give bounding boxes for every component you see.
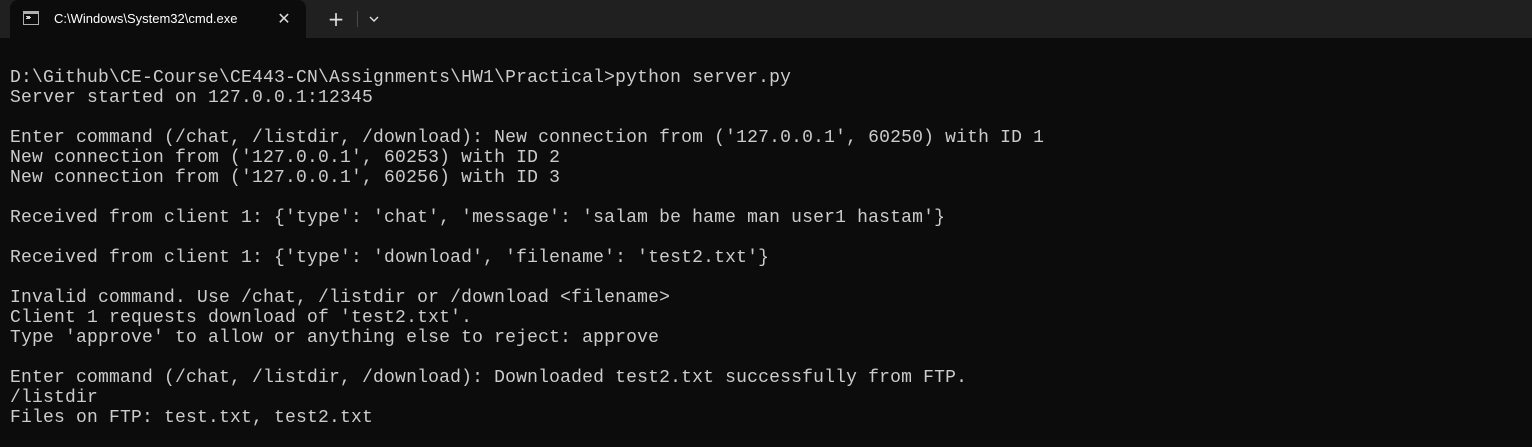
terminal-line: /listdir xyxy=(10,388,99,408)
terminal-line: D:\Github\CE-Course\CE443-CN\Assignments… xyxy=(10,68,792,88)
close-icon[interactable]: ✕ xyxy=(274,9,294,29)
chevron-down-icon[interactable] xyxy=(362,9,386,29)
terminal-line: Received from client 1: {'type': 'downlo… xyxy=(10,248,770,268)
terminal-line: New connection from ('127.0.0.1', 60256)… xyxy=(10,168,561,188)
terminal-line: Invalid command. Use /chat, /listdir or … xyxy=(10,288,671,308)
terminal-line: Files on FTP: test.txt, test2.txt xyxy=(10,408,374,428)
title-bar: C:\Windows\System32\cmd.exe ✕ + xyxy=(0,0,1532,38)
tab-title: C:\Windows\System32\cmd.exe xyxy=(54,11,238,26)
new-tab-button[interactable]: + xyxy=(322,7,350,31)
terminal-line: Enter command (/chat, /listdir, /downloa… xyxy=(10,128,1045,148)
terminal-output[interactable]: D:\Github\CE-Course\CE443-CN\Assignments… xyxy=(10,68,1532,428)
terminal-window: C:\Windows\System32\cmd.exe ✕ + D:\Githu… xyxy=(0,0,1532,447)
tab-cmd[interactable]: C:\Windows\System32\cmd.exe ✕ xyxy=(10,0,306,38)
terminal-line: Enter command (/chat, /listdir, /downloa… xyxy=(10,368,968,388)
terminal-line: Client 1 requests download of 'test2.txt… xyxy=(10,308,473,328)
terminal-line: Type 'approve' to allow or anything else… xyxy=(10,328,660,348)
cmd-icon xyxy=(23,11,39,25)
terminal-line: Received from client 1: {'type': 'chat',… xyxy=(10,208,946,228)
terminal-line: Server started on 127.0.0.1:12345 xyxy=(10,88,374,108)
terminal-line: New connection from ('127.0.0.1', 60253)… xyxy=(10,148,561,168)
tab-divider xyxy=(357,11,358,27)
